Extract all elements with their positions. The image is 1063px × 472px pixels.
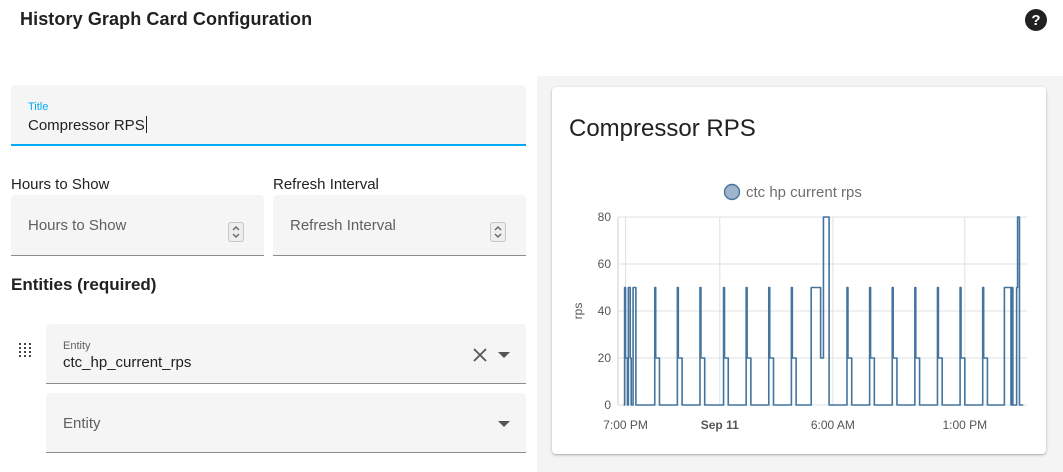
y-tick-label: 0 (604, 398, 611, 412)
refresh-interval-input[interactable]: Refresh Interval (273, 195, 526, 256)
x-tick-label: 6:00 AM (811, 418, 855, 432)
entity-picker-1[interactable]: Entity ctc_hp_current_rps (46, 324, 526, 384)
y-tick-label: 40 (598, 304, 612, 318)
x-tick-label: Sep 11 (701, 418, 739, 432)
title-field[interactable]: Title Compressor RPS (11, 85, 526, 146)
y-axis-label: rps (571, 303, 585, 320)
refresh-interval-label: Refresh Interval (273, 176, 379, 193)
y-tick-label: 80 (598, 210, 612, 224)
entities-heading: Entities (required) (11, 275, 157, 294)
help-icon[interactable]: ? (1025, 9, 1047, 31)
y-tick-label: 20 (598, 351, 612, 365)
refresh-interval-placeholder: Refresh Interval (290, 217, 396, 234)
legend-label: ctc hp current rps (746, 184, 862, 201)
y-tick-label: 60 (598, 257, 612, 271)
entity-picker-1-value: ctc_hp_current_rps (63, 354, 192, 371)
text-caret (145, 116, 147, 133)
legend-marker (723, 183, 741, 201)
hours-to-show-input[interactable]: Hours to Show (11, 195, 264, 256)
hours-to-show-stepper[interactable] (228, 222, 244, 242)
clear-icon[interactable] (473, 348, 487, 362)
title-field-label: Title (28, 101, 49, 113)
hours-to-show-placeholder: Hours to Show (28, 217, 127, 234)
hours-to-show-label: Hours to Show (11, 176, 110, 193)
history-chart: 0 20 40 60 80 7:00 PM Sep 11 6:00 AM 1:00 PM rps c… (571, 183, 1027, 432)
dropdown-arrow-icon[interactable] (498, 352, 510, 358)
entity-picker-1-label: Entity (63, 340, 91, 352)
history-graph-card: Compressor RPS 0 20 40 60 80 7:00 PM Sep 11 6:0… (552, 87, 1046, 454)
refresh-interval-stepper[interactable] (490, 222, 506, 242)
title-field-value: Compressor RPS (28, 116, 147, 134)
drag-handle-icon[interactable] (18, 342, 32, 358)
x-tick-label: 1:00 PM (942, 418, 987, 432)
entity-picker-2[interactable]: Entity (46, 393, 526, 453)
x-tick-label: 7:00 PM (603, 418, 648, 432)
page-title: History Graph Card Configuration (20, 9, 313, 29)
entity-picker-2-placeholder: Entity (63, 415, 101, 432)
dropdown-arrow-icon[interactable] (498, 421, 510, 427)
